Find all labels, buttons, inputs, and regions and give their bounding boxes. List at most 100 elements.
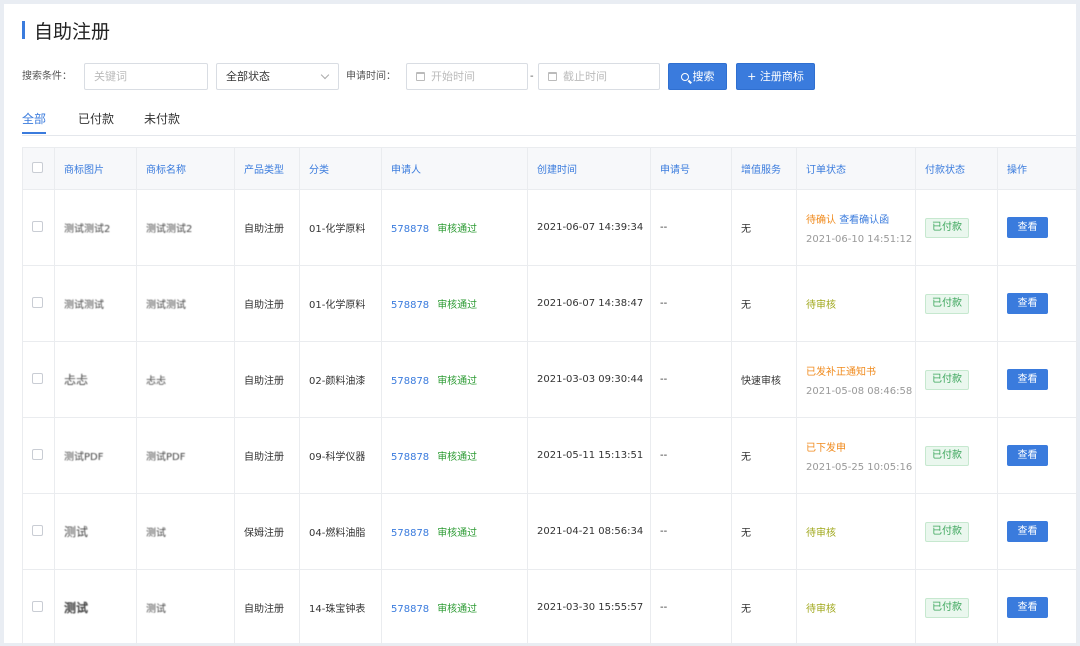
start-time-input[interactable]: 开始时间 (406, 63, 528, 90)
applicant-cell: 578878 审核通过 (381, 417, 528, 494)
payment-badge: 已付款 (925, 445, 969, 466)
trademark-image: 测试 (64, 525, 89, 539)
trademark-name: 测试 (146, 604, 166, 615)
applicant-cell: 578878 审核通过 (381, 493, 528, 570)
order-status: 待审核 (806, 528, 836, 539)
view-button[interactable]: 查看 (1007, 293, 1048, 314)
application-no: -- (650, 341, 732, 418)
end-time-input[interactable]: 截止时间 (538, 63, 660, 90)
value-service: 无 (731, 569, 797, 646)
trademark-image: 忐忐 (64, 373, 89, 387)
value-service: 无 (731, 417, 797, 494)
register-button-label: + 注册商标 (747, 70, 804, 83)
order-status: 待确认 (806, 214, 836, 226)
applicant-link[interactable]: 578878 (391, 528, 429, 539)
row-checkbox[interactable] (32, 600, 43, 612)
payment-badge: 已付款 (925, 293, 969, 314)
created-time: 2021-06-07 14:38:47 (527, 265, 651, 342)
product-type: 保姆注册 (234, 493, 300, 570)
payment-badge: 已付款 (925, 369, 969, 390)
review-status: 审核通过 (437, 376, 478, 387)
value-service: 无 (731, 265, 797, 342)
start-time-placeholder: 开始时间 (431, 70, 475, 83)
applicant-link[interactable]: 578878 (391, 224, 429, 235)
calendar-icon (416, 72, 425, 81)
category: 14-珠宝钟表 (299, 569, 382, 646)
view-confirmation-link[interactable]: 查看确认函 (839, 215, 889, 226)
header-value-service: 增值服务 (731, 147, 797, 190)
trademark-name: 测试测试 (146, 300, 186, 311)
payment-badge: 已付款 (925, 217, 969, 238)
page-header: 自助注册 (22, 19, 111, 43)
range-separator: - (530, 71, 534, 82)
application-no: -- (650, 569, 732, 646)
header-actions: 操作 (997, 147, 1077, 190)
row-checkbox[interactable] (32, 372, 43, 384)
page-title: 自助注册 (34, 20, 111, 43)
application-no: -- (650, 417, 732, 494)
tab-all[interactable]: 全部 (22, 110, 47, 134)
row-checkbox[interactable] (32, 524, 43, 536)
created-time: 2021-04-21 08:56:34 (527, 493, 651, 570)
order-status: 已下发申 (806, 442, 846, 454)
orders-table: 商标图片 商标名称 产品类型 分类 申请人 创建时间 申请号 增值服务 订单状态… (22, 147, 1077, 646)
table-row: 测试测试 测试测试 自助注册 01-化学原料 578878 审核通过 2021-0… (22, 265, 1077, 342)
view-button[interactable]: 查看 (1007, 445, 1048, 466)
trademark-image: 测试测试 (64, 300, 104, 311)
search-label: 搜索条件： (22, 71, 72, 82)
view-button[interactable]: 查看 (1007, 369, 1048, 390)
table-row: 测试 测试 保姆注册 04-燃料油脂 578878 审核通过 2021-04-21… (22, 493, 1077, 570)
title-accent-bar (22, 21, 25, 39)
view-button[interactable]: 查看 (1007, 217, 1048, 238)
applicant-cell: 578878 审核通过 (381, 569, 528, 646)
view-button[interactable]: 查看 (1007, 597, 1048, 618)
category: 04-燃料油脂 (299, 493, 382, 570)
status-time: 2021-06-10 14:51:12 (806, 233, 913, 245)
tab-paid[interactable]: 已付款 (78, 110, 114, 128)
applicant-link[interactable]: 578878 (391, 300, 429, 311)
category: 09-科学仪器 (299, 417, 382, 494)
header-created-time: 创建时间 (527, 147, 651, 190)
row-checkbox[interactable] (32, 296, 43, 308)
order-status-cell: 已发补正通知书 2021-05-08 08:46:58 (796, 341, 916, 418)
payment-badge: 已付款 (925, 521, 969, 542)
application-no: -- (650, 265, 732, 342)
trademark-image: 测试测试2 (64, 224, 111, 235)
category: 01-化学原料 (299, 189, 382, 266)
review-status: 审核通过 (437, 604, 478, 615)
tab-unpaid[interactable]: 未付款 (144, 110, 180, 128)
status-select[interactable]: 全部状态 (216, 63, 339, 90)
header-product-type: 产品类型 (234, 147, 300, 190)
register-trademark-button[interactable]: + 注册商标 (736, 63, 815, 90)
trademark-image: 测试 (64, 601, 89, 615)
search-icon (680, 73, 689, 81)
product-type: 自助注册 (234, 189, 300, 266)
review-status: 审核通过 (437, 224, 478, 235)
product-type: 自助注册 (234, 341, 300, 418)
search-button[interactable]: 搜索 (668, 63, 727, 90)
table-row: 忐忐 忐忐 自助注册 02-颜料油漆 578878 审核通过 2021-03-03… (22, 341, 1077, 418)
header-order-status: 订单状态 (796, 147, 916, 190)
header-applicant: 申请人 (381, 147, 528, 190)
category: 02-颜料油漆 (299, 341, 382, 418)
select-all-checkbox[interactable] (32, 161, 43, 173)
product-type: 自助注册 (234, 569, 300, 646)
review-status: 审核通过 (437, 300, 478, 311)
applicant-link[interactable]: 578878 (391, 376, 429, 387)
table-row: 测试PDF 测试PDF 自助注册 09-科学仪器 578878 审核通过 2021… (22, 417, 1077, 494)
header-application-no: 申请号 (650, 147, 732, 190)
order-status-cell: 已下发申 2021-05-25 10:05:16 (796, 417, 916, 494)
review-status: 审核通过 (437, 452, 478, 463)
row-checkbox[interactable] (32, 448, 43, 460)
applicant-link[interactable]: 578878 (391, 452, 429, 463)
trademark-name: 测试PDF (146, 452, 186, 463)
status-time: 2021-05-25 10:05:16 (806, 461, 913, 473)
keyword-input[interactable]: 关键词 (84, 63, 208, 90)
product-type: 自助注册 (234, 417, 300, 494)
row-checkbox[interactable] (32, 220, 43, 232)
order-status: 待审核 (806, 300, 836, 311)
applicant-link[interactable]: 578878 (391, 604, 429, 615)
header-trademark-name: 商标名称 (136, 147, 235, 190)
view-button[interactable]: 查看 (1007, 521, 1048, 542)
order-status-cell: 待审核 (796, 265, 916, 342)
